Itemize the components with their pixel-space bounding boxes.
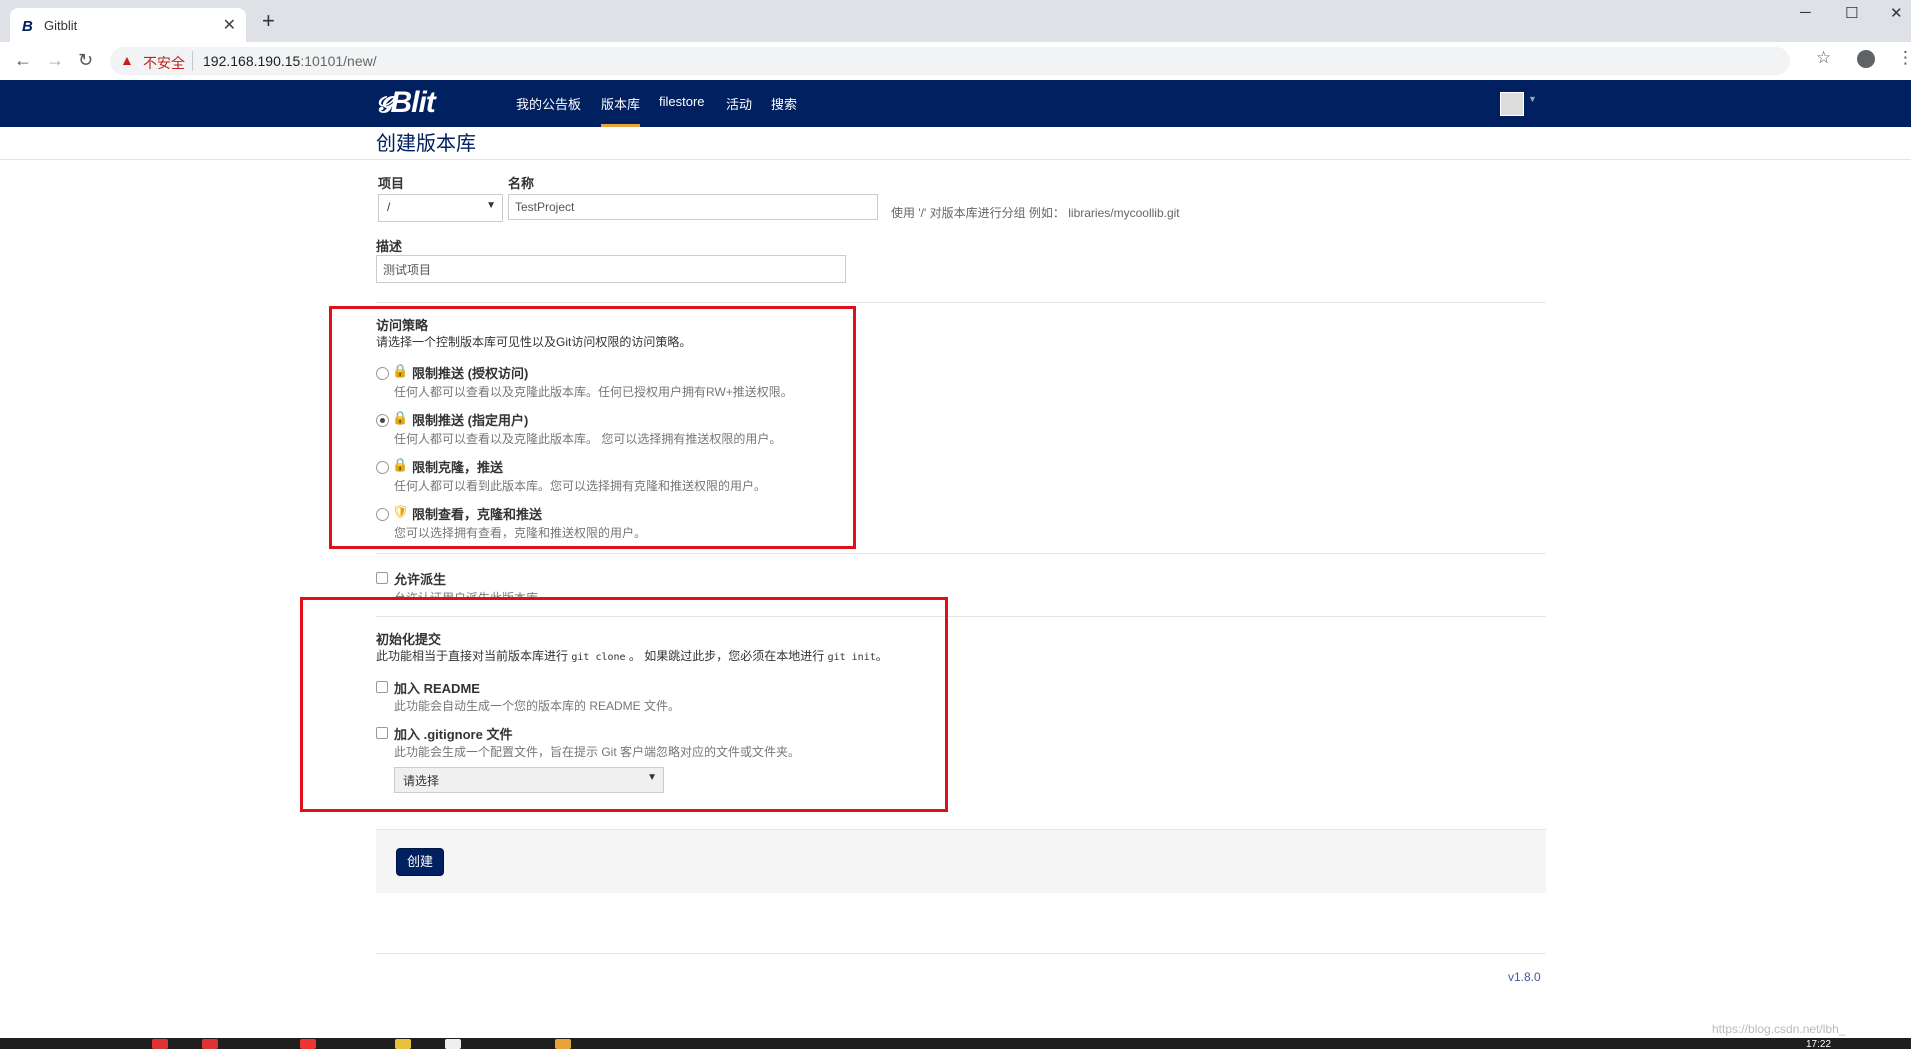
page-header-bar: [0, 127, 1911, 160]
browser-tab[interactable]: B Gitblit ✕: [10, 8, 246, 42]
browser-tabstrip: B Gitblit ✕ + ─ ☐ ✕: [0, 0, 1911, 42]
account-icon[interactable]: [1857, 50, 1875, 68]
url-path: :10101/new/: [300, 53, 377, 69]
chevron-down-icon[interactable]: ▼: [1528, 94, 1537, 104]
minimize-icon[interactable]: ─: [1800, 4, 1811, 21]
version-label[interactable]: v1.8.0: [1508, 970, 1541, 984]
project-select-value: /: [387, 200, 391, 214]
create-button[interactable]: 创建: [396, 848, 444, 876]
browser-toolbar: ← → ↻ ▲ 不安全 192.168.190.15:10101/new/: [0, 42, 1911, 81]
taskbar-folder-icon[interactable]: [395, 1039, 411, 1049]
description-input[interactable]: [376, 255, 846, 283]
divider: [376, 953, 1546, 954]
taskbar-app-icon[interactable]: [202, 1039, 218, 1049]
bookmark-star-icon[interactable]: ☆: [1816, 48, 1831, 68]
os-taskbar: [0, 1038, 1911, 1049]
taskbar-app-icon[interactable]: [555, 1039, 571, 1049]
window-close-icon[interactable]: ✕: [1890, 4, 1903, 22]
gitblit-favicon-icon: B: [22, 18, 33, 35]
highlight-box-init: [300, 597, 948, 812]
logo-prefix: 𝓖: [376, 92, 391, 117]
insecure-label[interactable]: 不安全: [143, 53, 185, 73]
taskbar-chrome-icon[interactable]: [300, 1039, 316, 1049]
new-tab-button[interactable]: +: [262, 10, 275, 32]
name-input[interactable]: [508, 194, 878, 220]
chevron-down-icon: ▼: [486, 200, 496, 211]
nav-dashboard[interactable]: 我的公告板: [516, 94, 581, 113]
watermark: https://blog.csdn.net/lbh_: [1712, 1022, 1846, 1036]
nav-repositories[interactable]: 版本库: [601, 94, 641, 127]
taskbar-clock[interactable]: 17:22: [1806, 1039, 1831, 1050]
divider: [376, 553, 1546, 554]
taskbar-app-icon[interactable]: [152, 1039, 168, 1049]
form-actions: 创建: [376, 829, 1546, 893]
nav-filestore[interactable]: filestore: [659, 94, 705, 109]
url-separator: [192, 51, 193, 71]
project-select[interactable]: / ▼: [378, 194, 503, 222]
user-avatar[interactable]: [1500, 92, 1524, 116]
allow-forks-checkbox[interactable]: [376, 572, 388, 584]
nav-search[interactable]: 搜索: [771, 94, 797, 113]
highlight-box-access: [329, 306, 856, 549]
url-text[interactable]: 192.168.190.15:10101/new/: [203, 53, 377, 69]
url-host: 192.168.190.15: [203, 53, 301, 69]
page-title: 创建版本库: [376, 133, 476, 155]
gitblit-navbar: 𝓖Blit 我的公告板 版本库 filestore 活动 搜索 ▼: [0, 80, 1911, 127]
name-label: 名称: [508, 176, 535, 191]
description-label: 描述: [376, 239, 403, 254]
nav-activity[interactable]: 活动: [726, 94, 752, 113]
project-label: 项目: [378, 176, 405, 191]
taskbar-app-icon[interactable]: [445, 1039, 461, 1049]
gitblit-logo[interactable]: 𝓖Blit: [376, 86, 436, 120]
name-help: 使用 '/' 对版本库进行分组 例如： libraries/mycoollib.…: [891, 206, 1180, 220]
logo-text: Blit: [390, 86, 435, 119]
back-icon[interactable]: ←: [14, 50, 32, 71]
forward-icon[interactable]: →: [46, 50, 64, 71]
warning-icon: ▲: [120, 52, 134, 68]
address-bar[interactable]: ▲ 不安全 192.168.190.15:10101/new/: [110, 47, 1790, 75]
menu-kebab-icon[interactable]: ⋮: [1897, 48, 1911, 68]
reload-icon[interactable]: ↻: [78, 50, 93, 71]
tab-title: Gitblit: [44, 18, 78, 33]
maximize-icon[interactable]: ☐: [1845, 4, 1858, 22]
allow-forks-label: 允许派生: [394, 572, 447, 587]
divider: [376, 302, 1546, 303]
tab-close-icon[interactable]: ✕: [223, 15, 236, 35]
